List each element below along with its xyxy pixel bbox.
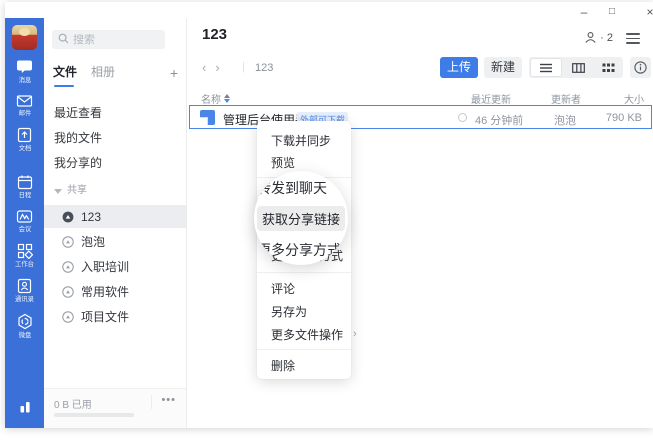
magnifier-spotlight: 转发到聊天 获取分享链接 更多分享方式 [254,171,348,265]
folder-item-project-files[interactable]: 项目文件 [44,305,186,328]
person-icon [584,31,597,44]
calendar-icon [17,174,33,190]
toolbar: ‹› | 123 上传 新建 [187,56,653,82]
rail-item-calendar[interactable]: 日程 [5,174,44,200]
shared-folder-icon [62,286,74,298]
minimize-button[interactable]: – [577,5,591,19]
section-shared[interactable]: 共享 [54,182,196,200]
storage-more-button[interactable]: ••• [161,394,176,406]
list-view-button[interactable] [530,58,562,77]
rail-item-mail[interactable]: 邮件 [5,94,44,118]
screen: – □ × 消息 邮件 文档 [0,0,653,444]
mail-icon [16,94,33,108]
shared-folder-icon [62,261,74,273]
folder-item-paopao[interactable]: 泡泡 [44,230,186,253]
rail-item-contacts[interactable]: 通讯录 [5,278,44,304]
upload-button[interactable]: 上传 [440,57,478,78]
menu-icon[interactable] [626,33,640,44]
nav-arrows[interactable]: ‹› [202,60,229,75]
grid-view-icon [602,63,615,73]
chevron-down-icon [54,189,62,194]
view-toggle-group [529,57,623,78]
list-view-icon [540,63,552,73]
menu-item-preview[interactable]: 预览 [257,151,351,173]
menu-item-download-sync[interactable]: 下载并同步 [257,129,351,151]
info-button[interactable] [630,57,651,78]
storage-panel: 0 B 已用 ••• [44,388,186,428]
sidebar-item-my-files[interactable]: 我的文件 [44,127,186,150]
document-icon [17,127,32,143]
menu-divider [257,349,351,350]
sync-status-icon [458,113,467,122]
column-header-size[interactable]: 大小 [624,91,644,106]
search-box[interactable] [52,30,165,49]
rail-item-workbench[interactable]: 工作台 [5,243,44,269]
storage-progress-bar [54,413,134,417]
menu-item-more-file-ops[interactable]: 更多文件操作 › [257,323,351,345]
folder-item-onboarding[interactable]: 入职培训 [44,255,186,278]
menu-item-save-as[interactable]: 另存为 [257,300,351,322]
tab-files[interactable]: 文件 [53,63,77,84]
magnified-more-share: 更多分享方式 [257,240,341,260]
back-icon: ‹ [202,60,215,75]
file-updated: 46 分钟前 [475,112,523,128]
sidebar-item-recent[interactable]: 最近查看 [44,102,186,125]
shared-folder-icon [62,236,74,248]
chat-icon [16,59,33,75]
page-title: 123 [202,26,227,43]
rail-item-meeting[interactable]: 会议 [5,209,44,234]
rail-item-messages[interactable]: 消息 [5,59,44,85]
file-updater: 泡泡 [554,112,576,128]
folder-item-common-software[interactable]: 常用软件 [44,280,186,303]
divider: | [242,61,245,73]
drive-icon [17,313,33,330]
shared-folder-icon [62,311,74,323]
column-header-updated[interactable]: 最近更新 [471,91,511,106]
magnified-get-share-link[interactable]: 获取分享链接 [257,206,345,231]
maximize-button[interactable]: □ [605,5,619,19]
menu-divider [257,272,351,273]
rail-item-docs[interactable]: 文档 [5,127,44,153]
forward-icon: › [215,60,228,75]
close-button[interactable]: × [643,5,653,19]
magnified-forward-chat: 转发到聊天 [257,178,327,198]
app-rail: 消息 邮件 文档 日程 [5,18,44,428]
sidebar-item-my-shares[interactable]: 我分享的 [44,152,186,175]
column-header-updater[interactable]: 更新者 [551,91,581,106]
breadcrumb[interactable]: 123 [255,62,273,74]
contacts-icon [17,278,32,294]
bar-chart-icon [17,399,33,414]
file-size: 790 KB [606,112,642,124]
rail-item-stats[interactable] [5,399,44,414]
members-count: · 2 [600,32,613,44]
column-header-name[interactable]: 名称 [201,91,230,106]
divider [151,395,152,409]
search-icon [58,31,69,49]
rail-item-drive[interactable]: 微盘 [5,313,44,340]
tab-albums[interactable]: 相册 [91,63,115,84]
submenu-arrow-icon: › [353,328,357,340]
shared-folder-icon [62,211,74,223]
info-icon [634,61,647,74]
sidebar-tabs: 文件 相册 + [53,62,178,84]
pdf-file-icon [200,110,215,125]
table-header: 名称 最近更新 更新者 大小 [187,90,653,106]
column-view-icon [572,63,585,73]
menu-item-delete[interactable]: 删除 [257,354,351,376]
sidebar: 文件 相册 + 最近查看 我的文件 我分享的 共享 123 泡泡 入职培训 [44,18,187,428]
storage-used-label: 0 B 已用 [54,396,92,411]
meeting-icon [16,209,33,224]
app-window: – □ × 消息 邮件 文档 [5,2,653,428]
new-button[interactable]: 新建 [484,57,522,78]
avatar[interactable] [12,25,37,50]
add-button[interactable]: + [170,66,178,80]
members-button[interactable]: · 2 [584,31,613,44]
sort-icon [224,94,230,103]
search-input[interactable] [73,34,153,46]
column-view-button[interactable] [563,57,593,78]
folder-item-123[interactable]: 123 [44,205,186,228]
grid-view-button[interactable] [593,57,623,78]
menu-item-comment[interactable]: 评论 [257,277,351,299]
grid-icon [17,243,33,259]
